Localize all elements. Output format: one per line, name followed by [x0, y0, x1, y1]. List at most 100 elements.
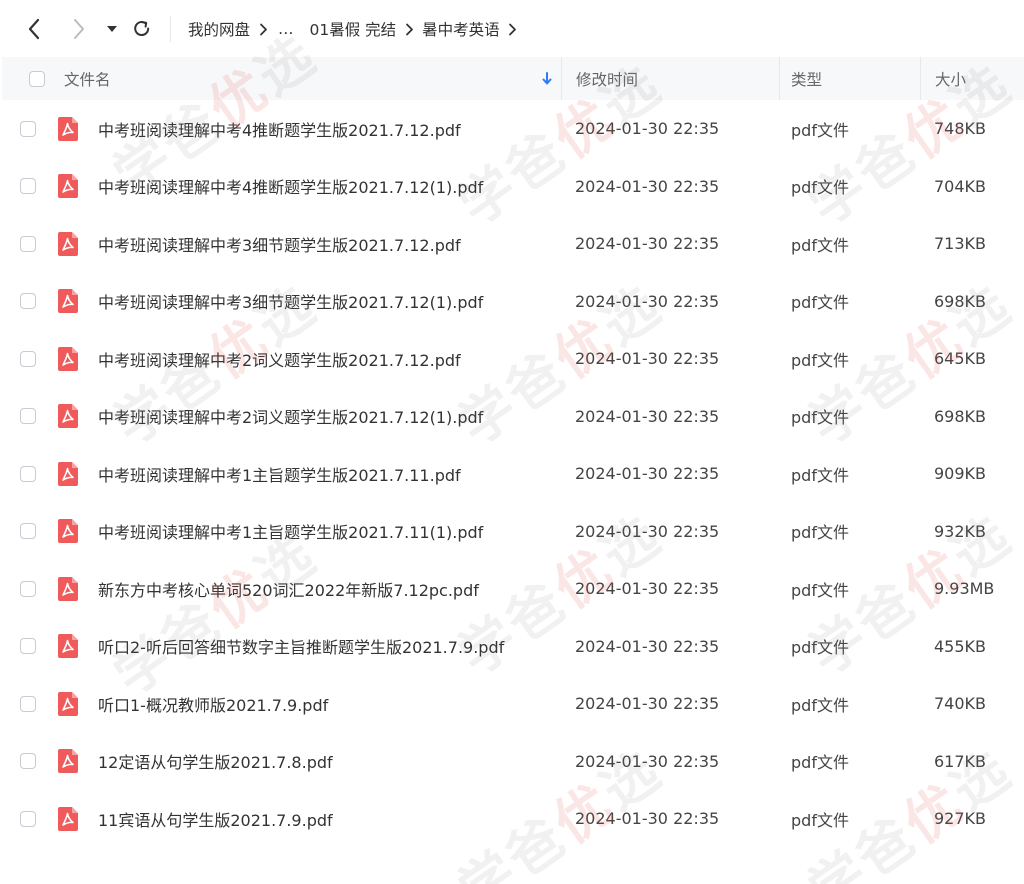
- column-header-modified[interactable]: 修改时间: [576, 57, 638, 100]
- caret-down-icon: [107, 26, 117, 32]
- file-name[interactable]: 中考班阅读理解中考1主旨题学生版2021.7.11(1).pdf: [98, 503, 483, 561]
- file-name[interactable]: 中考班阅读理解中考4推断题学生版2021.7.12(1).pdf: [98, 158, 483, 216]
- select-all-checkbox[interactable]: [29, 70, 45, 87]
- row-checkbox[interactable]: [20, 178, 36, 195]
- file-modified-time: 2024-01-30 22:35: [575, 464, 720, 484]
- file-row[interactable]: 中考班阅读理解中考2词义题学生版2021.7.12(1).pdf 2024-01…: [2, 388, 1024, 446]
- row-checkbox[interactable]: [20, 523, 36, 540]
- file-name[interactable]: 中考班阅读理解中考2词义题学生版2021.7.12(1).pdf: [98, 388, 483, 446]
- column-divider[interactable]: [920, 57, 921, 100]
- row-checkbox[interactable]: [20, 235, 36, 252]
- file-type: pdf文件: [791, 408, 849, 428]
- file-modified-time: 2024-01-30 22:35: [575, 119, 720, 139]
- file-type: pdf文件: [791, 580, 849, 600]
- column-header-name[interactable]: 文件名: [64, 57, 111, 100]
- breadcrumb-item-root[interactable]: 我的网盘: [188, 18, 250, 40]
- column-header-size[interactable]: 大小: [935, 57, 966, 100]
- pdf-file-icon: [57, 503, 79, 561]
- row-checkbox[interactable]: [20, 350, 36, 367]
- file-size: 927KB: [934, 809, 987, 829]
- chevron-right-icon: [250, 23, 276, 36]
- file-row[interactable]: 听口2-听后回答细节数字主旨推断题学生版2021.7.9.pdf 2024-01…: [2, 618, 1024, 676]
- file-size: 9.93MB: [934, 579, 995, 599]
- row-checkbox-cell: [20, 733, 36, 791]
- file-modified-time: 2024-01-30 22:35: [575, 291, 720, 311]
- file-modified-time: 2024-01-30 22:35: [575, 579, 720, 599]
- select-all-checkbox-cell: [29, 57, 45, 100]
- row-checkbox[interactable]: [20, 638, 36, 655]
- file-row[interactable]: 中考班阅读理解中考4推断题学生版2021.7.12(1).pdf 2024-01…: [2, 158, 1024, 216]
- file-row[interactable]: 中考班阅读理解中考4推断题学生版2021.7.12.pdf 2024-01-30…: [2, 100, 1024, 158]
- row-checkbox-cell: [20, 100, 36, 158]
- file-name[interactable]: 中考班阅读理解中考3细节题学生版2021.7.12.pdf: [98, 215, 461, 273]
- file-type: pdf文件: [791, 178, 849, 198]
- row-checkbox[interactable]: [20, 293, 36, 310]
- row-checkbox[interactable]: [20, 408, 36, 425]
- column-divider[interactable]: [779, 57, 780, 100]
- breadcrumb-item-summer[interactable]: 01暑假 完结: [310, 18, 397, 40]
- file-name[interactable]: 听口2-听后回答细节数字主旨推断题学生版2021.7.9.pdf: [98, 618, 504, 676]
- breadcrumb-ellipsis[interactable]: …: [276, 20, 296, 38]
- row-checkbox-cell: [20, 790, 36, 848]
- file-size: 455KB: [934, 636, 987, 656]
- row-checkbox[interactable]: [20, 465, 36, 482]
- file-row[interactable]: 11宾语从句学生版2021.7.9.pdf 2024-01-30 22:35 p…: [2, 790, 1024, 848]
- column-divider[interactable]: [561, 57, 562, 100]
- row-checkbox-cell: [20, 158, 36, 216]
- pdf-file-icon: [57, 445, 79, 503]
- chevron-left-icon: [28, 18, 40, 40]
- file-name[interactable]: 11宾语从句学生版2021.7.9.pdf: [98, 790, 333, 848]
- breadcrumb: 我的网盘 … 01暑假 完结 暑中考英语: [188, 17, 526, 41]
- file-size: 645KB: [934, 349, 987, 369]
- pdf-file-icon: [57, 215, 79, 273]
- file-name[interactable]: 12定语从句学生版2021.7.8.pdf: [98, 733, 333, 791]
- back-button[interactable]: [19, 14, 49, 44]
- row-checkbox[interactable]: [20, 753, 36, 770]
- row-checkbox-cell: [20, 215, 36, 273]
- column-header-type[interactable]: 类型: [791, 57, 822, 100]
- file-name[interactable]: 听口1-概况教师版2021.7.9.pdf: [98, 675, 328, 733]
- pdf-file-icon: [57, 388, 79, 446]
- file-row[interactable]: 12定语从句学生版2021.7.8.pdf 2024-01-30 22:35 p…: [2, 733, 1024, 791]
- file-size: 932KB: [934, 521, 987, 541]
- file-size: 698KB: [934, 291, 987, 311]
- file-modified-time: 2024-01-30 22:35: [575, 694, 720, 714]
- file-size: 713KB: [934, 234, 987, 254]
- file-modified-time: 2024-01-30 22:35: [575, 751, 720, 771]
- file-modified-time: 2024-01-30 22:35: [575, 406, 720, 426]
- toolbar-divider: [170, 16, 171, 42]
- file-row[interactable]: 中考班阅读理解中考1主旨题学生版2021.7.11(1).pdf 2024-01…: [2, 503, 1024, 561]
- file-size: 617KB: [934, 751, 987, 771]
- row-checkbox[interactable]: [20, 695, 36, 712]
- file-row[interactable]: 中考班阅读理解中考3细节题学生版2021.7.12.pdf 2024-01-30…: [2, 215, 1024, 273]
- file-name[interactable]: 中考班阅读理解中考2词义题学生版2021.7.12.pdf: [98, 330, 461, 388]
- refresh-button[interactable]: [127, 14, 157, 44]
- row-checkbox[interactable]: [20, 580, 36, 597]
- file-modified-time: 2024-01-30 22:35: [575, 234, 720, 254]
- row-checkbox[interactable]: [20, 810, 36, 827]
- file-row[interactable]: 中考班阅读理解中考3细节题学生版2021.7.12(1).pdf 2024-01…: [2, 273, 1024, 331]
- pdf-file-icon: [57, 100, 79, 158]
- file-row[interactable]: 新东方中考核心单词520词汇2022年新版7.12pc.pdf 2024-01-…: [2, 560, 1024, 618]
- file-size: 698KB: [934, 406, 987, 426]
- row-checkbox-cell: [20, 675, 36, 733]
- file-name[interactable]: 中考班阅读理解中考4推断题学生版2021.7.12.pdf: [98, 100, 461, 158]
- chevron-right-icon: [396, 23, 422, 36]
- file-name[interactable]: 新东方中考核心单词520词汇2022年新版7.12pc.pdf: [98, 560, 479, 618]
- row-checkbox-cell: [20, 618, 36, 676]
- sort-down-arrow-icon[interactable]: [542, 57, 552, 100]
- file-manager-window: 我的网盘 … 01暑假 完结 暑中考英语 文件名 修改时间 类型 大小 中考班阅…: [0, 0, 1024, 884]
- file-list-header: 文件名 修改时间 类型 大小: [2, 57, 1024, 100]
- forward-button[interactable]: [64, 14, 94, 44]
- row-checkbox[interactable]: [20, 120, 36, 137]
- file-name[interactable]: 中考班阅读理解中考1主旨题学生版2021.7.11.pdf: [98, 445, 461, 503]
- pdf-file-icon: [57, 330, 79, 388]
- breadcrumb-item-current[interactable]: 暑中考英语: [422, 18, 500, 40]
- file-modified-time: 2024-01-30 22:35: [575, 636, 720, 656]
- file-row[interactable]: 中考班阅读理解中考2词义题学生版2021.7.12.pdf 2024-01-30…: [2, 330, 1024, 388]
- history-dropdown-button[interactable]: [97, 14, 127, 44]
- file-row[interactable]: 中考班阅读理解中考1主旨题学生版2021.7.11.pdf 2024-01-30…: [2, 445, 1024, 503]
- file-name[interactable]: 中考班阅读理解中考3细节题学生版2021.7.12(1).pdf: [98, 273, 483, 331]
- file-type: pdf文件: [791, 120, 849, 140]
- file-row[interactable]: 听口1-概况教师版2021.7.9.pdf 2024-01-30 22:35 p…: [2, 675, 1024, 733]
